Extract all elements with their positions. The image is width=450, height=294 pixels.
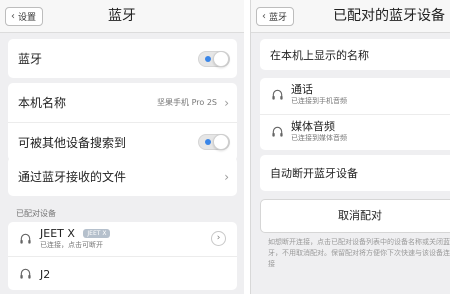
- page-title: 已配对的蓝牙设备: [333, 8, 445, 24]
- page-title: 蓝牙: [108, 8, 136, 24]
- chevron-right-icon: ›: [216, 233, 221, 243]
- bluetooth-card: 蓝牙: [8, 39, 237, 78]
- profile-row-media[interactable]: 媒体音频 已连接到媒体音频: [260, 114, 450, 150]
- chevron-left-icon: ‹: [262, 10, 266, 22]
- auto-disconnect-label: 自动断开蓝牙设备: [270, 167, 358, 180]
- profile-status: 已连接到媒体音频: [291, 134, 347, 142]
- paired-devices-header: 已配对设备: [16, 209, 56, 218]
- device-name: JEET X JEET X: [40, 227, 111, 240]
- profile-row-call[interactable]: 通话 已连接到手机音频: [260, 78, 450, 114]
- headphone-icon: [272, 126, 283, 137]
- profile-status: 已连接到手机音频: [291, 97, 347, 105]
- auto-disconnect-row[interactable]: 自动断开蓝牙设备: [260, 155, 450, 191]
- discoverable-label: 可被其他设备搜索到: [18, 135, 127, 150]
- toggle-on-indicator: [205, 139, 211, 145]
- received-files-row[interactable]: 通过蓝牙接收的文件 ›: [8, 157, 237, 196]
- back-label: 蓝牙: [269, 13, 288, 23]
- display-name-row[interactable]: 在本机上显示的名称: [260, 39, 450, 70]
- paired-device-row[interactable]: J2: [8, 256, 237, 290]
- discoverable-row[interactable]: 可被其他设备搜索到: [8, 122, 237, 161]
- device-name-label: 本机名称: [18, 96, 67, 110]
- headphone-icon: [272, 89, 283, 100]
- bluetooth-settings-screen: ‹ 设置 蓝牙 蓝牙 本机名称 坚果手机 Pro 2S › 可被其他设备搜索到: [0, 0, 244, 294]
- display-name-label: 在本机上显示的名称: [270, 48, 369, 62]
- chevron-right-icon: ›: [224, 95, 229, 110]
- chevron-right-icon: ›: [224, 169, 229, 184]
- toggle-knob: [213, 50, 229, 67]
- headphone-icon: [20, 268, 31, 279]
- bluetooth-row[interactable]: 蓝牙: [8, 39, 237, 78]
- headphone-icon: [20, 233, 31, 244]
- unpair-footnote: 如想断开连接，点击已配对设备列表中的设备名称或关闭蓝牙，不用取消配对。保留配对将…: [268, 238, 450, 268]
- toggle-knob: [213, 134, 229, 150]
- device-name-text: JEET X: [40, 227, 75, 240]
- unpair-button[interactable]: 取消配对: [260, 199, 450, 233]
- bluetooth-toggle[interactable]: [198, 50, 230, 67]
- device-details-button[interactable]: ›: [211, 231, 226, 246]
- device-name-row[interactable]: 本机名称 坚果手机 Pro 2S ›: [8, 83, 237, 122]
- discoverable-toggle[interactable]: [198, 134, 230, 150]
- received-files-label: 通过蓝牙接收的文件: [18, 170, 127, 184]
- navigation-bar: ‹ 设置 蓝牙: [0, 0, 244, 33]
- bluetooth-label: 蓝牙: [18, 52, 43, 66]
- paired-devices-list: JEET X JEET X 已连接，点击可断开 › J2: [8, 222, 237, 290]
- received-files-card: 通过蓝牙接收的文件 ›: [8, 157, 237, 196]
- profile-name: 媒体音频: [291, 120, 335, 133]
- back-button[interactable]: ‹ 蓝牙: [256, 7, 295, 26]
- paired-device-row[interactable]: JEET X JEET X 已连接，点击可断开 ›: [8, 222, 237, 256]
- device-status: 已连接，点击可断开: [40, 241, 103, 249]
- paired-device-detail-screen: ‹ 蓝牙 已配对的蓝牙设备 在本机上显示的名称 通话 已连接到手机音频 媒体音频: [250, 0, 450, 294]
- auto-disconnect-card: 自动断开蓝牙设备: [260, 155, 450, 191]
- audio-profiles-card: 通话 已连接到手机音频 媒体音频 已连接到媒体音频: [260, 78, 450, 150]
- device-tag-badge: JEET X: [83, 229, 111, 238]
- device-settings-card: 本机名称 坚果手机 Pro 2S › 可被其他设备搜索到: [8, 83, 237, 161]
- toggle-on-indicator: [205, 55, 211, 62]
- device-name-value: 坚果手机 Pro 2S: [157, 97, 217, 107]
- display-name-card: 在本机上显示的名称: [260, 39, 450, 70]
- profile-name: 通话: [291, 83, 313, 96]
- navigation-bar: ‹ 蓝牙 已配对的蓝牙设备: [251, 0, 450, 33]
- device-name: J2: [40, 268, 51, 281]
